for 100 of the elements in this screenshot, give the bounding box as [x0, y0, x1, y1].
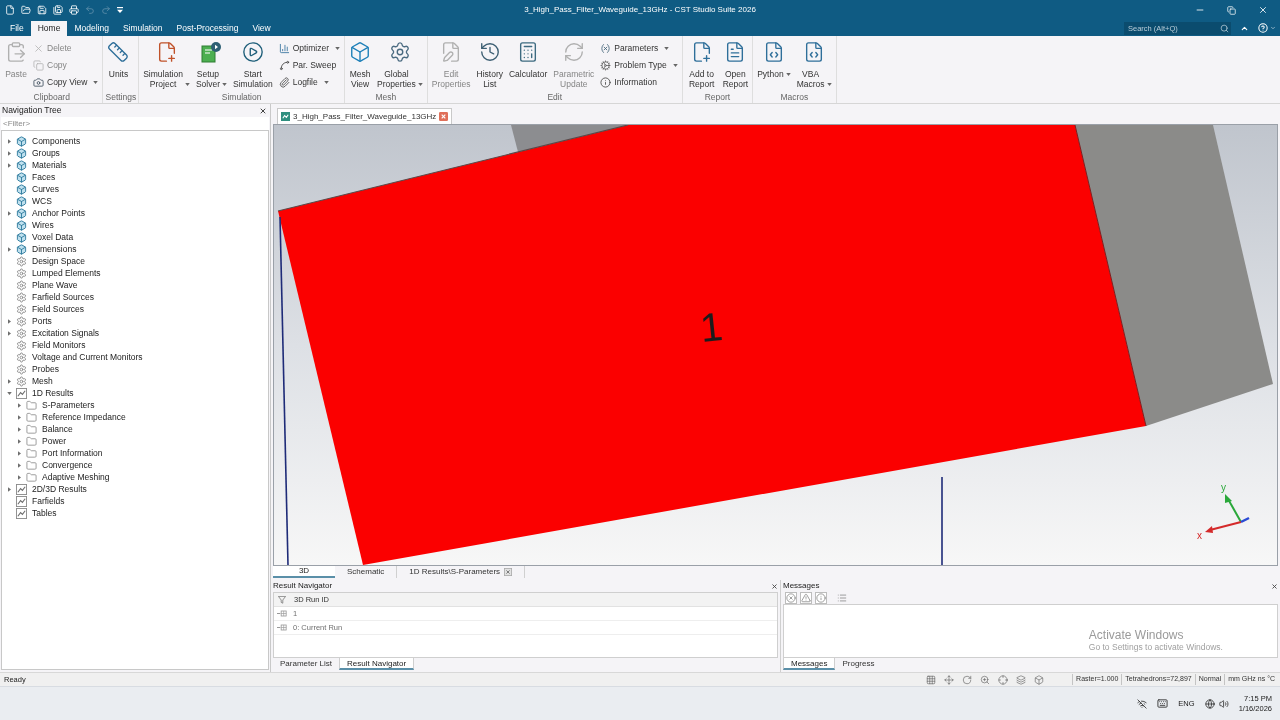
ribbon-button[interactable]: Setup Solver	[193, 39, 229, 91]
menu-tab[interactable]: Simulation	[115, 21, 170, 36]
tree-item[interactable]: S-Parameters	[13, 399, 97, 411]
ribbon-button[interactable]: Start Simulation	[231, 39, 275, 91]
tree-item[interactable]: Reference Impedance	[13, 411, 128, 423]
open-folder-icon[interactable]	[21, 5, 31, 15]
close-icon[interactable]	[771, 582, 778, 590]
layers-icon[interactable]	[1016, 674, 1027, 685]
ribbon-button[interactable]: Calculator	[506, 39, 550, 91]
save-all-icon[interactable]	[53, 5, 63, 15]
tree-item[interactable]: Lumped Elements	[3, 267, 103, 279]
dropdown-caret-icon[interactable]	[117, 7, 123, 13]
caret-right-icon[interactable]	[18, 450, 21, 456]
tree-item[interactable]: Components	[3, 135, 83, 147]
ribbon-button[interactable]: Mesh View	[347, 39, 374, 91]
caret-right-icon[interactable]	[8, 378, 11, 384]
panel-tab[interactable]: Progress	[835, 658, 882, 670]
ribbon-button[interactable]: Parameters	[598, 40, 680, 57]
tree-item[interactable]: Design Space	[3, 255, 87, 267]
tree-item[interactable]: Mesh	[3, 375, 55, 387]
speaker-icon[interactable]	[1218, 698, 1229, 709]
grid-icon[interactable]	[926, 674, 937, 685]
ribbon-button[interactable]: Python	[755, 39, 793, 91]
panel-tab[interactable]: Result Navigator	[339, 658, 415, 670]
ribbon-button[interactable]: Copy View	[31, 74, 101, 91]
document-tab[interactable]: 3_High_Pass_Filter_Waveguide_13GHz	[277, 108, 453, 124]
tree-item[interactable]: Voltage and Current Monitors	[3, 351, 145, 363]
tree-item[interactable]: Faces	[3, 171, 58, 183]
caret-right-icon[interactable]	[18, 474, 21, 480]
tree-item[interactable]: Excitation Signals	[3, 327, 102, 339]
tree-item[interactable]: Farfield Sources	[3, 291, 96, 303]
caret-right-icon[interactable]	[8, 210, 11, 216]
help-icon[interactable]	[1258, 23, 1268, 33]
ribbon-button[interactable]: Open Report	[720, 39, 751, 91]
close-icon[interactable]	[259, 106, 267, 115]
caret-right-icon[interactable]	[18, 402, 21, 408]
new-file-icon[interactable]	[5, 5, 15, 15]
move-icon[interactable]	[944, 674, 955, 685]
tree-item[interactable]: 1D Results	[3, 387, 76, 399]
tree-item[interactable]: Adaptive Meshing	[13, 471, 112, 483]
ribbon-button[interactable]: Simulation Project	[141, 39, 192, 91]
3d-viewport[interactable]: 1 y x	[273, 124, 1278, 566]
menu-tab[interactable]: Home	[30, 21, 68, 36]
tree-item[interactable]: Materials	[3, 159, 69, 171]
tree-item[interactable]: Anchor Points	[3, 207, 87, 219]
editor-tab[interactable]: 1D Results\S-Parameters	[397, 566, 526, 578]
tree-item[interactable]: Port Information	[13, 447, 105, 459]
globe-icon[interactable]	[1204, 698, 1215, 709]
zoom-icon[interactable]	[980, 674, 991, 685]
caret-right-icon[interactable]	[8, 150, 11, 156]
editor-tab[interactable]: Schematic	[335, 566, 398, 578]
panel-tab[interactable]: Parameter List	[273, 658, 340, 670]
tree-item[interactable]: Curves	[3, 183, 61, 195]
tree-item[interactable]: Probes	[3, 363, 61, 375]
caret-right-icon[interactable]	[8, 330, 11, 336]
caret-right-icon[interactable]	[8, 246, 11, 252]
tree-item[interactable]: Field Monitors	[3, 339, 88, 351]
caret-down-icon[interactable]	[7, 391, 12, 395]
save-icon[interactable]	[37, 5, 47, 15]
restore-icon[interactable]	[1227, 5, 1236, 15]
menu-tab[interactable]: File	[3, 21, 31, 36]
caret-right-icon[interactable]	[18, 438, 21, 444]
caret-right-icon[interactable]	[8, 138, 11, 144]
tree-item[interactable]: Ports	[3, 315, 54, 327]
ribbon-button[interactable]: History List	[474, 39, 505, 91]
tree-item[interactable]: Groups	[3, 147, 62, 159]
ribbon-button[interactable]: Units	[105, 39, 132, 91]
close-tab-icon[interactable]	[439, 112, 449, 121]
tree-item[interactable]: Dimensions	[3, 243, 79, 255]
caret-right-icon[interactable]	[18, 414, 21, 420]
tree-item[interactable]: Voxel Data	[3, 231, 76, 243]
tree-item[interactable]: Plane Wave	[3, 279, 80, 291]
filter-field[interactable]: <Filter>	[1, 117, 269, 130]
menu-tab[interactable]: Post-Processing	[169, 21, 246, 36]
crosshair-icon[interactable]	[998, 674, 1009, 685]
tree-item[interactable]: Tables	[3, 507, 59, 519]
tree-item[interactable]: Wires	[3, 219, 56, 231]
ribbon-button[interactable]: Par. Sweep	[276, 57, 343, 74]
close-tab-icon[interactable]	[504, 568, 513, 576]
tree-item[interactable]: WCS	[3, 195, 54, 207]
ribbon-button[interactable]: Logfile	[276, 74, 343, 91]
caret-right-icon[interactable]	[18, 426, 21, 432]
tree-item[interactable]: Power	[13, 435, 69, 447]
ribbon-button[interactable]: VBA Macros	[794, 39, 834, 91]
ribbon-button[interactable]: Global Properties	[375, 39, 425, 91]
menu-tab[interactable]: View	[245, 21, 278, 36]
panel-tab[interactable]: Messages	[783, 658, 836, 670]
tree-item[interactable]: Balance	[13, 423, 75, 435]
menu-tab[interactable]: Modeling	[67, 21, 116, 36]
ribbon-button[interactable]: Problem Type	[598, 57, 680, 74]
ribbon-button[interactable]: Information	[598, 74, 680, 91]
network-icon[interactable]	[1137, 698, 1148, 709]
print-icon[interactable]	[69, 5, 79, 15]
ribbon-button[interactable]: Optimizer	[276, 40, 343, 57]
tree-item[interactable]: Farfields	[3, 495, 67, 507]
tree-item[interactable]: Convergence	[13, 459, 95, 471]
caret-right-icon[interactable]	[8, 486, 11, 492]
search-button[interactable]	[1218, 21, 1231, 35]
tree-item[interactable]: Field Sources	[3, 303, 86, 315]
caret-right-icon[interactable]	[18, 462, 21, 468]
